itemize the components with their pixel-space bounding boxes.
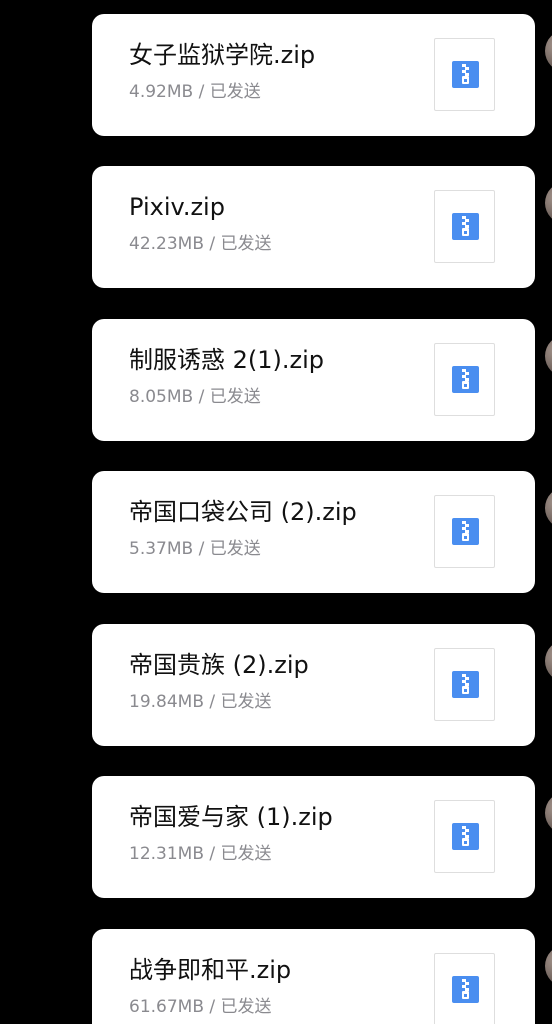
file-name: 女子监狱学院.zip <box>129 41 316 69</box>
file-thumbnail[interactable] <box>434 953 495 1024</box>
file-message: Pixiv.zip 42.23MB / 已发送 <box>0 166 552 288</box>
file-name: 帝国贵族 (2).zip <box>129 651 309 679</box>
send-status: 已发送 <box>220 692 272 712</box>
file-thumbnail[interactable] <box>434 190 495 263</box>
file-name: 帝国爱与家 (1).zip <box>129 803 333 831</box>
avatar[interactable] <box>545 487 552 529</box>
avatar[interactable] <box>545 30 552 72</box>
file-size: 42.23MB <box>129 234 204 254</box>
file-message-bubble[interactable]: 战争即和平.zip 61.67MB / 已发送 <box>92 929 535 1024</box>
zip-archive-icon <box>452 671 479 698</box>
file-meta: 61.67MB / 已发送 <box>129 997 272 1017</box>
avatar[interactable] <box>545 945 552 987</box>
file-message: 帝国爱与家 (1).zip 12.31MB / 已发送 <box>0 776 552 898</box>
file-thumbnail[interactable] <box>434 343 495 416</box>
file-message: 帝国贵族 (2).zip 19.84MB / 已发送 <box>0 624 552 746</box>
file-size: 61.67MB <box>129 997 204 1017</box>
file-name: Pixiv.zip <box>129 193 225 221</box>
file-size: 19.84MB <box>129 692 204 712</box>
file-message: 战争即和平.zip 61.67MB / 已发送 <box>0 929 552 1024</box>
file-meta: 4.92MB / 已发送 <box>129 82 261 102</box>
send-status: 已发送 <box>220 997 272 1017</box>
avatar[interactable] <box>545 335 552 377</box>
zip-archive-icon <box>452 61 479 88</box>
file-message: 制服诱惑 2(1).zip 8.05MB / 已发送 <box>0 319 552 441</box>
file-size: 12.31MB <box>129 844 204 864</box>
file-name: 战争即和平.zip <box>129 956 292 984</box>
file-size: 8.05MB <box>129 387 194 407</box>
chat-message-list[interactable]: 女子监狱学院.zip 4.92MB / 已发送 Pixiv.zip 42.23M… <box>0 0 552 1024</box>
send-status: 已发送 <box>209 539 261 559</box>
zip-archive-icon <box>452 976 479 1003</box>
file-message: 女子监狱学院.zip 4.92MB / 已发送 <box>0 14 552 136</box>
zip-archive-icon <box>452 518 479 545</box>
file-thumbnail[interactable] <box>434 38 495 111</box>
file-thumbnail[interactable] <box>434 648 495 721</box>
file-size: 5.37MB <box>129 539 194 559</box>
zip-archive-icon <box>452 823 479 850</box>
file-message-bubble[interactable]: 帝国爱与家 (1).zip 12.31MB / 已发送 <box>92 776 535 898</box>
file-message-bubble[interactable]: 帝国口袋公司 (2).zip 5.37MB / 已发送 <box>92 471 535 593</box>
avatar[interactable] <box>545 182 552 224</box>
send-status: 已发送 <box>209 82 261 102</box>
file-thumbnail[interactable] <box>434 800 495 873</box>
file-name: 制服诱惑 2(1).zip <box>129 346 325 374</box>
file-size: 4.92MB <box>129 82 194 102</box>
zip-archive-icon <box>452 366 479 393</box>
file-name: 帝国口袋公司 (2).zip <box>129 498 357 526</box>
file-meta: 12.31MB / 已发送 <box>129 844 272 864</box>
file-message-bubble[interactable]: 女子监狱学院.zip 4.92MB / 已发送 <box>92 14 535 136</box>
file-meta: 42.23MB / 已发送 <box>129 234 272 254</box>
avatar[interactable] <box>545 792 552 834</box>
file-meta: 19.84MB / 已发送 <box>129 692 272 712</box>
file-meta: 8.05MB / 已发送 <box>129 387 261 407</box>
file-message-bubble[interactable]: Pixiv.zip 42.23MB / 已发送 <box>92 166 535 288</box>
file-thumbnail[interactable] <box>434 495 495 568</box>
send-status: 已发送 <box>209 387 261 407</box>
send-status: 已发送 <box>220 234 272 254</box>
send-status: 已发送 <box>220 844 272 864</box>
zip-archive-icon <box>452 213 479 240</box>
file-meta: 5.37MB / 已发送 <box>129 539 261 559</box>
file-message-bubble[interactable]: 制服诱惑 2(1).zip 8.05MB / 已发送 <box>92 319 535 441</box>
file-message: 帝国口袋公司 (2).zip 5.37MB / 已发送 <box>0 471 552 593</box>
file-message-bubble[interactable]: 帝国贵族 (2).zip 19.84MB / 已发送 <box>92 624 535 746</box>
avatar[interactable] <box>545 640 552 682</box>
